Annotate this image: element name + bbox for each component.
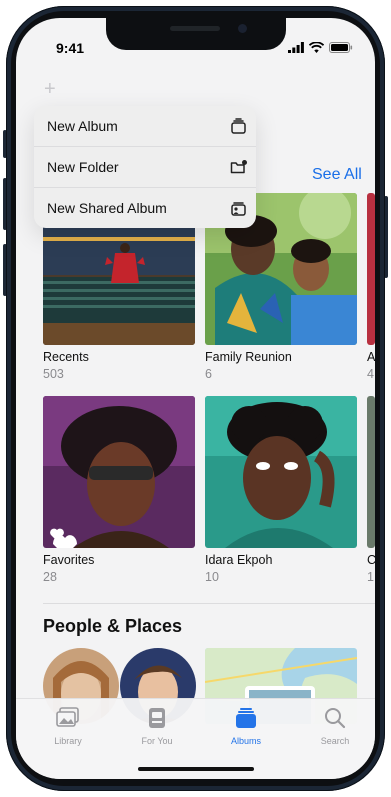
album-name: Favorites xyxy=(43,553,95,567)
phone-screen: 9:41 + See All Recents 503 Family Reunio… xyxy=(16,18,375,779)
album-count: 4 xyxy=(367,367,374,381)
heart-icon xyxy=(50,528,64,541)
status-time: 9:41 xyxy=(56,40,85,56)
tab-label: For You xyxy=(141,736,173,746)
people-places-title: People & Places xyxy=(43,616,183,636)
camera xyxy=(238,24,247,33)
tab-for-you[interactable]: For You xyxy=(127,707,187,746)
for-you-icon xyxy=(149,708,165,728)
status-bar: 9:41 xyxy=(16,34,375,56)
album-name: A xyxy=(367,350,375,364)
signal-icon xyxy=(288,42,304,53)
album-count: 28 xyxy=(43,570,57,584)
see-all-link[interactable]: See All xyxy=(312,166,362,184)
album-thumb-favorites[interactable] xyxy=(43,396,195,548)
album-thumb-partial-a[interactable] xyxy=(367,193,375,345)
tab-label: Albums xyxy=(230,736,261,746)
album-name: Idara Ekpoh xyxy=(205,553,273,567)
album-name: Recents xyxy=(43,350,89,364)
shared-album-icon xyxy=(231,202,246,216)
album-name: C xyxy=(367,553,375,567)
menu-item-new-shared-album[interactable]: New Shared Album xyxy=(34,188,256,228)
battery-icon xyxy=(329,42,353,53)
photo-library-icon xyxy=(56,707,79,727)
menu-item-new-folder[interactable]: New Folder xyxy=(34,147,256,188)
section-divider xyxy=(43,603,375,604)
tab-albums[interactable]: Albums xyxy=(216,707,276,746)
add-menu: New Album New Folder New Shared Album xyxy=(34,106,256,228)
albums-icon xyxy=(236,708,256,728)
status-icons xyxy=(288,42,353,53)
tab-label: Search xyxy=(320,736,350,746)
menu-item-label: New Folder xyxy=(47,159,119,175)
album-stack-icon xyxy=(231,118,246,134)
tab-search[interactable]: Search xyxy=(305,707,365,746)
album-name: Family Reunion xyxy=(205,350,292,364)
menu-item-label: New Shared Album xyxy=(47,200,167,216)
album-count: 10 xyxy=(205,570,219,584)
album-count: 503 xyxy=(43,367,64,381)
folder-add-icon xyxy=(230,160,247,174)
menu-item-label: New Album xyxy=(47,118,118,134)
add-icon[interactable]: + xyxy=(44,78,56,101)
tab-label: Library xyxy=(54,736,82,746)
tab-library[interactable]: Library xyxy=(38,707,98,746)
search-icon xyxy=(325,708,346,729)
home-indicator xyxy=(138,767,254,771)
album-count: 1 xyxy=(367,570,374,584)
album-thumb-partial-c[interactable] xyxy=(367,396,375,548)
wifi-icon xyxy=(309,42,324,53)
album-count: 6 xyxy=(205,367,212,381)
album-thumb-idara-ekpoh[interactable] xyxy=(205,396,357,548)
menu-item-new-album[interactable]: New Album xyxy=(34,106,256,147)
speaker xyxy=(170,26,220,31)
